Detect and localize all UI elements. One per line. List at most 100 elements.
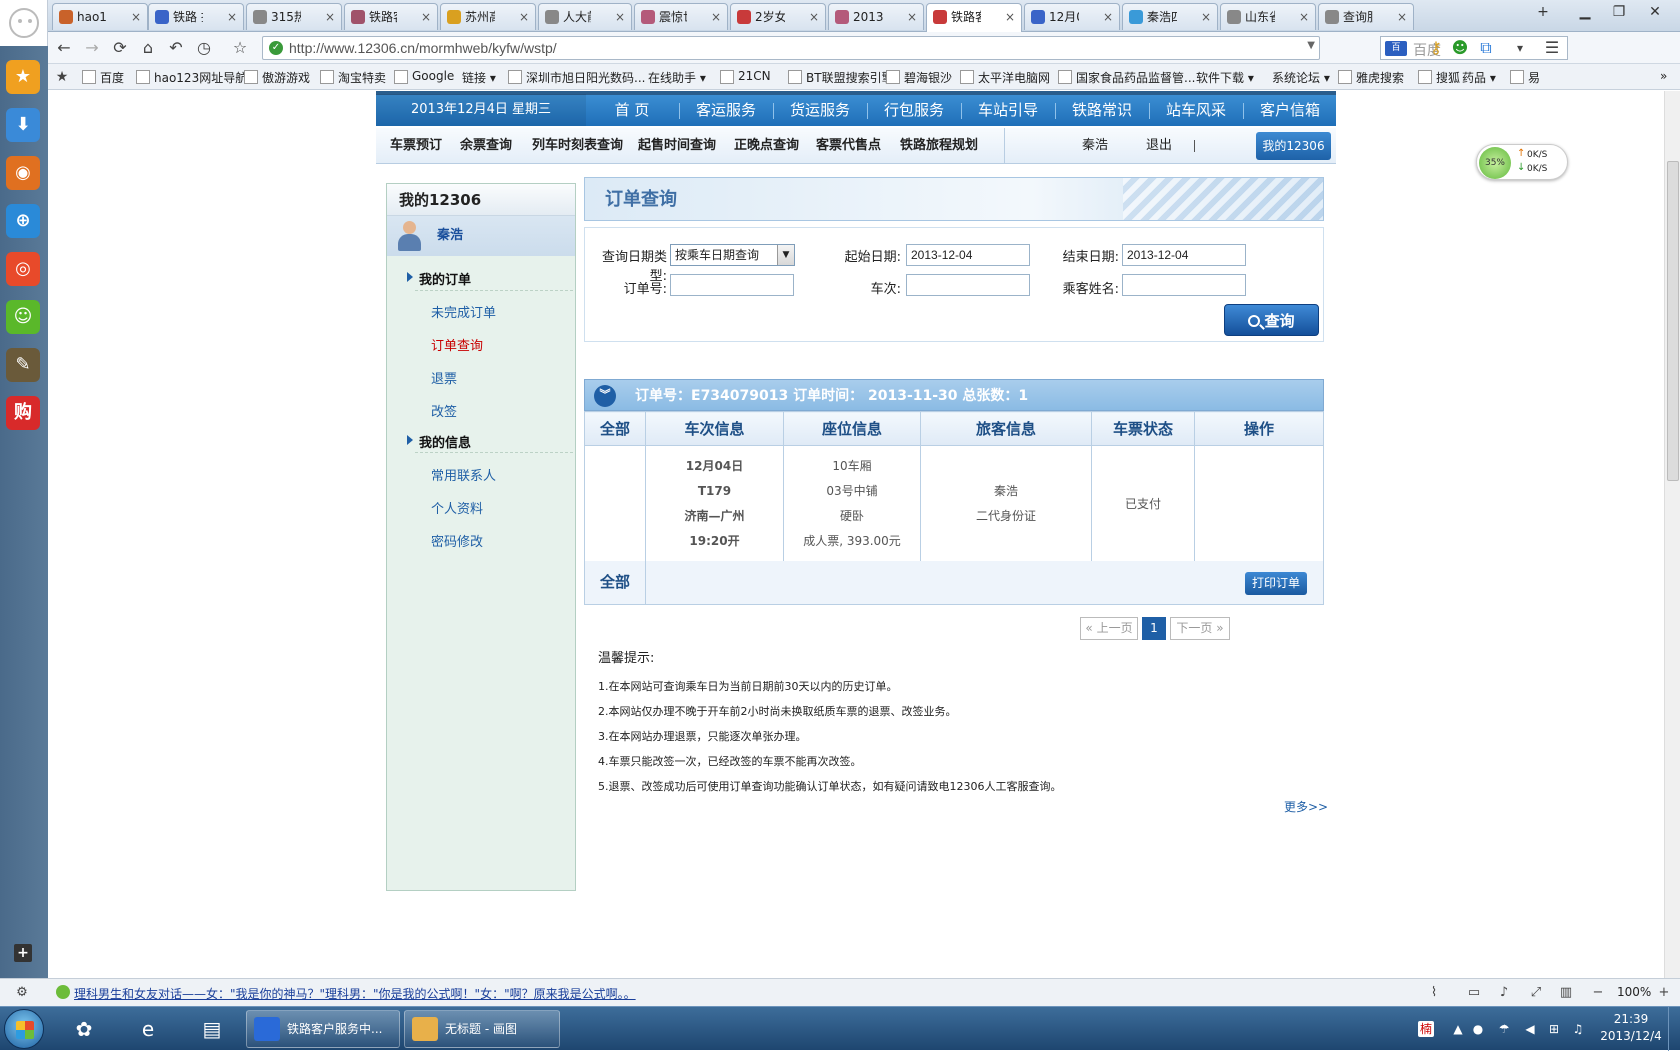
tab-close-icon[interactable]: × <box>809 4 819 30</box>
history-icon[interactable]: ◷ <box>194 38 214 58</box>
more-bookmarks[interactable]: » <box>1660 69 1667 83</box>
zoom-in-icon[interactable]: + <box>1656 985 1672 1001</box>
shopping-icon[interactable]: 购 <box>6 396 40 430</box>
tab-close-icon[interactable]: × <box>907 4 917 30</box>
current-page[interactable]: 1 <box>1142 617 1166 640</box>
user-icon[interactable]: ☻ <box>1450 38 1470 58</box>
browser-tab[interactable]: hao123_... × <box>52 3 148 30</box>
train-no-input[interactable] <box>906 274 1030 296</box>
top-nav-item[interactable]: 客运服务 <box>680 94 772 126</box>
sub-nav-item[interactable]: 正晚点查询 <box>734 128 799 164</box>
ime-icon[interactable]: 楠 <box>1418 1021 1434 1037</box>
tab-close-icon[interactable]: × <box>421 4 431 30</box>
bookmark-item[interactable]: 国家食品药品监督管... <box>1058 69 1195 86</box>
browser-tab[interactable]: 人大前校... × <box>538 3 632 30</box>
refresh-icon[interactable]: ⟳ <box>110 38 130 58</box>
bookmark-item[interactable]: 软件下载 ▾ <box>1196 69 1254 86</box>
tray-umbrella-icon[interactable]: ☂ <box>1496 1021 1512 1037</box>
bookmark-item[interactable]: 太平洋电脑网 <box>960 69 1050 86</box>
ie-icon[interactable]: e <box>126 1011 170 1047</box>
browser-tab[interactable]: 铁路客... × <box>344 3 438 30</box>
favorite-star-icon[interactable]: ☆ <box>230 38 250 58</box>
home-icon[interactable]: ⌂ <box>138 38 158 58</box>
bookmark-item[interactable]: 链接 ▾ <box>462 69 496 86</box>
weibo-icon[interactable]: ◎ <box>6 252 40 286</box>
top-nav-item[interactable]: 站车风采 <box>1150 94 1242 126</box>
chevron-down-icon[interactable]: ▼ <box>777 245 794 265</box>
my12306-button[interactable]: 我的12306 <box>1256 132 1331 160</box>
bookmark-item[interactable]: 淘宝特卖 <box>320 69 386 86</box>
star-icon[interactable]: ★ <box>6 60 40 94</box>
header-user-name[interactable]: 秦浩 <box>1082 128 1108 164</box>
folder-icon[interactable]: ▤ <box>190 1011 234 1047</box>
sub-nav-item[interactable]: 客票代售点 <box>816 128 881 164</box>
task-paint[interactable]: 无标题 - 画图 <box>404 1010 560 1048</box>
browser-tab[interactable]: 查询服务：... × <box>1318 3 1414 30</box>
zoom-level[interactable]: 100% <box>1617 985 1651 999</box>
network-icon[interactable]: ⊞ <box>1546 1021 1562 1037</box>
gamepad-icon[interactable]: ⊕ <box>6 204 40 238</box>
settings-icon[interactable]: ☰ <box>1542 38 1562 58</box>
top-nav-item[interactable]: 客户信箱 <box>1244 94 1336 126</box>
bookmark-item[interactable]: 系统论坛 ▾ <box>1272 69 1330 86</box>
bookmark-item[interactable]: 易 <box>1510 69 1540 86</box>
tab-close-icon[interactable]: × <box>1201 4 1211 30</box>
top-nav-item[interactable]: 行包服务 <box>868 94 960 126</box>
tray-speaker-icon[interactable]: ◀ <box>1522 1021 1538 1037</box>
qq-icon[interactable]: ✿ <box>62 1011 106 1047</box>
bookmark-star-icon[interactable]: ★ <box>52 67 72 87</box>
browser-tab[interactable]: 2013年"... × <box>828 3 924 30</box>
browser-tab[interactable]: 铁路 投... × <box>148 3 244 30</box>
end-date-input[interactable]: 2013-12-04 <box>1122 244 1246 266</box>
tab-close-icon[interactable]: × <box>1103 4 1113 30</box>
bookmark-item[interactable]: 百度 <box>82 69 124 86</box>
system-clock[interactable]: 21:39 2013/12/4 <box>1596 1011 1666 1045</box>
menu-item-info[interactable]: 个人资料 <box>431 498 483 517</box>
new-tab-button[interactable]: + <box>1528 2 1558 24</box>
tab-close-icon[interactable]: × <box>1397 4 1407 30</box>
fullscreen-icon[interactable]: ⤢ <box>1528 985 1544 1001</box>
more-link[interactable]: 更多>> <box>1284 798 1328 815</box>
tab-close-icon[interactable]: × <box>615 4 625 30</box>
task-railway-browser[interactable]: 铁路客户服务中... <box>246 1010 400 1048</box>
menu-group-orders[interactable]: 我的订单 <box>406 269 471 288</box>
sub-nav-item[interactable]: 列车时刻表查询 <box>532 128 623 164</box>
collapse-chevron-icon[interactable]: ︾ <box>594 385 616 407</box>
menu-item-order[interactable]: 订单查询 <box>431 335 483 354</box>
tab-close-icon[interactable]: × <box>711 4 721 30</box>
bookmark-item[interactable]: hao123网址导航 <box>136 69 247 86</box>
download-icon[interactable]: ⬇ <box>6 108 40 142</box>
menu-item-order[interactable]: 未完成订单 <box>431 302 496 321</box>
browser-avatar[interactable] <box>0 0 48 46</box>
query-button[interactable]: 查询 <box>1224 304 1319 336</box>
tray-arrow-icon[interactable]: ▲ <box>1450 1021 1466 1037</box>
browser-tab[interactable]: 秦浩四... × <box>1122 3 1218 30</box>
minimize-button[interactable]: ▁ <box>1570 2 1600 24</box>
vertical-scrollbar[interactable] <box>1664 91 1680 978</box>
tab-close-icon[interactable]: × <box>325 4 335 30</box>
browser-tab[interactable]: 2岁女童... × <box>730 3 826 30</box>
menu-item-info[interactable]: 密码修改 <box>431 531 483 550</box>
network-speed-widget[interactable]: 35% ↑ 0K/S ↓ 0K/S <box>1476 144 1568 180</box>
tab-close-icon[interactable]: × <box>227 4 237 30</box>
tab-close-icon[interactable]: × <box>519 4 529 30</box>
bookmark-item[interactable]: 在线助手 ▾ <box>648 69 706 86</box>
tab-close-icon[interactable]: × <box>1299 4 1309 30</box>
browser-tab[interactable]: 山东省药品... × <box>1220 3 1316 30</box>
tray-app-icon[interactable]: ● <box>1470 1021 1486 1037</box>
notepad-icon[interactable]: ✎ <box>6 348 40 382</box>
split-view-icon[interactable]: ▥ <box>1558 985 1574 1001</box>
start-button[interactable] <box>4 1009 44 1049</box>
date-type-select[interactable]: 按乘车日期查询 ▼ <box>670 244 795 266</box>
smiley-icon[interactable]: ☺ <box>6 300 40 334</box>
top-nav-item[interactable]: 铁路常识 <box>1056 94 1148 126</box>
zoom-out-icon[interactable]: − <box>1590 985 1606 1001</box>
passenger-name-input[interactable] <box>1122 274 1246 296</box>
volume-icon[interactable]: ♪ <box>1496 985 1512 1001</box>
browser-tab[interactable]: 12月04... × <box>1024 3 1120 30</box>
screen-icon[interactable]: ▭ <box>1466 985 1482 1001</box>
browser-tab[interactable]: 315热线_12... × <box>246 3 342 30</box>
print-order-button[interactable]: 打印订单 <box>1245 572 1307 595</box>
gear-icon[interactable]: ⚙ <box>14 985 30 1001</box>
select-all-footer[interactable]: 全部 <box>585 561 646 604</box>
